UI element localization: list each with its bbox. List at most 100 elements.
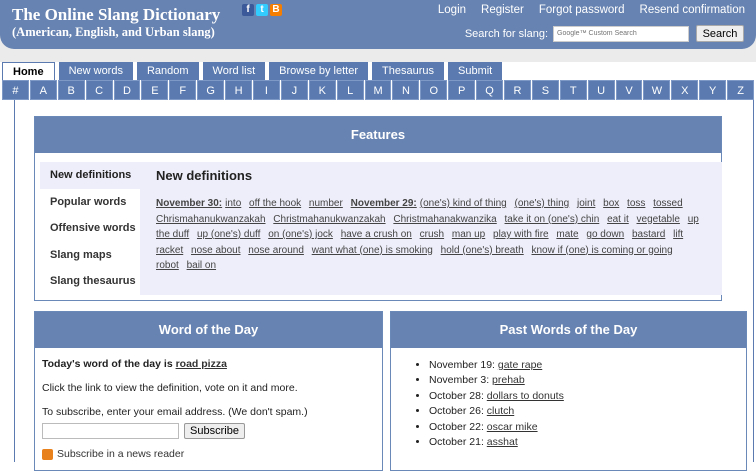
new-word-link[interactable]: off the hook [249, 198, 301, 209]
tab-word-list[interactable]: Word list [202, 62, 266, 80]
letter-h[interactable]: H [225, 80, 253, 100]
new-word-link[interactable]: tossed [653, 198, 682, 209]
new-word-link[interactable]: take it on (one's) chin [505, 214, 600, 225]
twitter-icon[interactable]: t [256, 4, 268, 16]
new-word-link[interactable]: into [225, 198, 241, 209]
new-word-link[interactable]: racket [156, 245, 183, 256]
search-button[interactable]: Search [696, 25, 744, 42]
new-word-link[interactable]: bail on [187, 260, 216, 271]
past-word-link[interactable]: prehab [492, 374, 525, 386]
letter-f[interactable]: F [169, 80, 197, 100]
past-word-link[interactable]: clutch [487, 405, 514, 417]
letter-n[interactable]: N [392, 80, 420, 100]
new-word-link[interactable]: Chrismahanukwanzakah [156, 214, 266, 225]
tab-random[interactable]: Random [136, 62, 199, 80]
blogger-icon[interactable]: B [270, 4, 282, 16]
header-link-register[interactable]: Register [481, 4, 524, 16]
header-link-login[interactable]: Login [438, 4, 466, 16]
letter-c[interactable]: C [85, 80, 113, 100]
letter-b[interactable]: B [57, 80, 85, 100]
new-word-link[interactable]: (one's) kind of thing [420, 198, 507, 209]
sidebar-item-slang-thesaurus[interactable]: Slang thesaurus [40, 268, 140, 295]
new-word-link[interactable]: have a crush on [341, 229, 412, 240]
new-word-link[interactable]: nose around [248, 245, 304, 256]
letter-u[interactable]: U [587, 80, 615, 100]
letter-s[interactable]: S [531, 80, 559, 100]
letter-q[interactable]: Q [476, 80, 504, 100]
letter-hash[interactable]: # [2, 80, 29, 100]
sidebar-item-new-definitions[interactable]: New definitions [40, 162, 140, 189]
new-word-link[interactable]: Christmahanukwanzakah [273, 214, 385, 225]
letter-v[interactable]: V [615, 80, 643, 100]
tab-browse-by-letter[interactable]: Browse by letter [269, 62, 369, 80]
new-word-link[interactable]: lift [673, 229, 683, 240]
letter-r[interactable]: R [504, 80, 531, 100]
letter-i[interactable]: I [253, 80, 280, 100]
search-input[interactable] [553, 25, 689, 42]
features-sidebar: New definitions Popular words Offensive wo… [40, 162, 140, 295]
past-word-date: October 26: [429, 405, 484, 418]
main-tabs: Home New words Random Word list Browse by le… [2, 62, 503, 80]
letter-p[interactable]: P [448, 80, 476, 100]
letter-y[interactable]: Y [699, 80, 727, 100]
rss-link[interactable]: Subscribe in a news reader [57, 448, 184, 460]
letter-o[interactable]: O [420, 80, 448, 100]
sidebar-item-slang-maps[interactable]: Slang maps [40, 242, 140, 269]
new-word-link[interactable]: box [603, 198, 619, 209]
facebook-icon[interactable]: f [242, 4, 254, 16]
new-words-list: November 30: into off the hook number Nov… [156, 196, 706, 274]
site-title[interactable]: The Online Slang Dictionary [12, 5, 220, 25]
sidebar-item-popular-words[interactable]: Popular words [40, 189, 140, 216]
past-word-link[interactable]: oscar mike [487, 421, 538, 433]
new-word-link[interactable]: man up [452, 229, 485, 240]
email-input[interactable] [42, 423, 179, 439]
letter-l[interactable]: L [336, 80, 364, 100]
letter-w[interactable]: W [643, 80, 671, 100]
new-word-link[interactable]: know if (one) is coming or going [532, 245, 673, 256]
letter-t[interactable]: T [559, 80, 587, 100]
new-word-link[interactable]: nose about [191, 245, 241, 256]
tab-submit[interactable]: Submit [448, 62, 503, 80]
new-word-link[interactable]: Christmahanakwanzika [393, 214, 496, 225]
tab-home[interactable]: Home [2, 62, 55, 80]
new-word-link[interactable]: robot [156, 260, 179, 271]
new-word-link[interactable]: hold (one's) breath [441, 245, 524, 256]
header-link-forgot-password[interactable]: Forgot password [539, 4, 625, 16]
past-word-link[interactable]: gate rape [498, 359, 542, 371]
new-word-link[interactable]: want what (one) is smoking [312, 245, 433, 256]
new-word-link[interactable]: up (one's) duff [197, 229, 260, 240]
past-word-link[interactable]: asshat [487, 436, 518, 448]
sidebar-item-offensive-words[interactable]: Offensive words [40, 215, 140, 242]
header-link-resend-confirmation[interactable]: Resend confirmation [640, 4, 745, 16]
letter-k[interactable]: K [308, 80, 336, 100]
letter-m[interactable]: M [364, 80, 392, 100]
new-word-link[interactable]: mate [556, 229, 578, 240]
new-word-link[interactable]: joint [577, 198, 595, 209]
new-word-link[interactable]: number [309, 198, 343, 209]
letter-g[interactable]: G [197, 80, 225, 100]
letter-x[interactable]: X [671, 80, 699, 100]
new-word-link[interactable]: go down [586, 229, 624, 240]
new-word-link[interactable]: bastard [632, 229, 665, 240]
new-word-link[interactable]: eat it [607, 214, 629, 225]
letter-z[interactable]: Z [727, 80, 755, 100]
subscribe-text: To subscribe, enter your email address. … [42, 406, 308, 418]
new-word-link[interactable]: on (one's) jock [268, 229, 333, 240]
tab-new-words[interactable]: New words [58, 62, 133, 80]
letter-e[interactable]: E [141, 80, 169, 100]
new-word-link[interactable]: vegetable [637, 214, 680, 225]
letter-a[interactable]: A [29, 80, 57, 100]
wotd-link[interactable]: road pizza [176, 358, 227, 370]
letter-j[interactable]: J [280, 80, 308, 100]
tab-thesaurus[interactable]: Thesaurus [372, 62, 444, 80]
new-definitions-panel: New definitions November 30: into off the… [140, 162, 722, 295]
letter-d[interactable]: D [113, 80, 141, 100]
new-word-link[interactable]: (one's) thing [515, 198, 570, 209]
site-subtitle: (American, English, and Urban slang) [12, 25, 215, 39]
new-word-link[interactable]: crush [420, 229, 444, 240]
list-item: October 26: clutch [429, 404, 746, 419]
new-word-link[interactable]: play with fire [493, 229, 549, 240]
new-word-link[interactable]: toss [627, 198, 645, 209]
subscribe-button[interactable]: Subscribe [184, 423, 245, 439]
past-word-link[interactable]: dollars to donuts [487, 390, 564, 402]
